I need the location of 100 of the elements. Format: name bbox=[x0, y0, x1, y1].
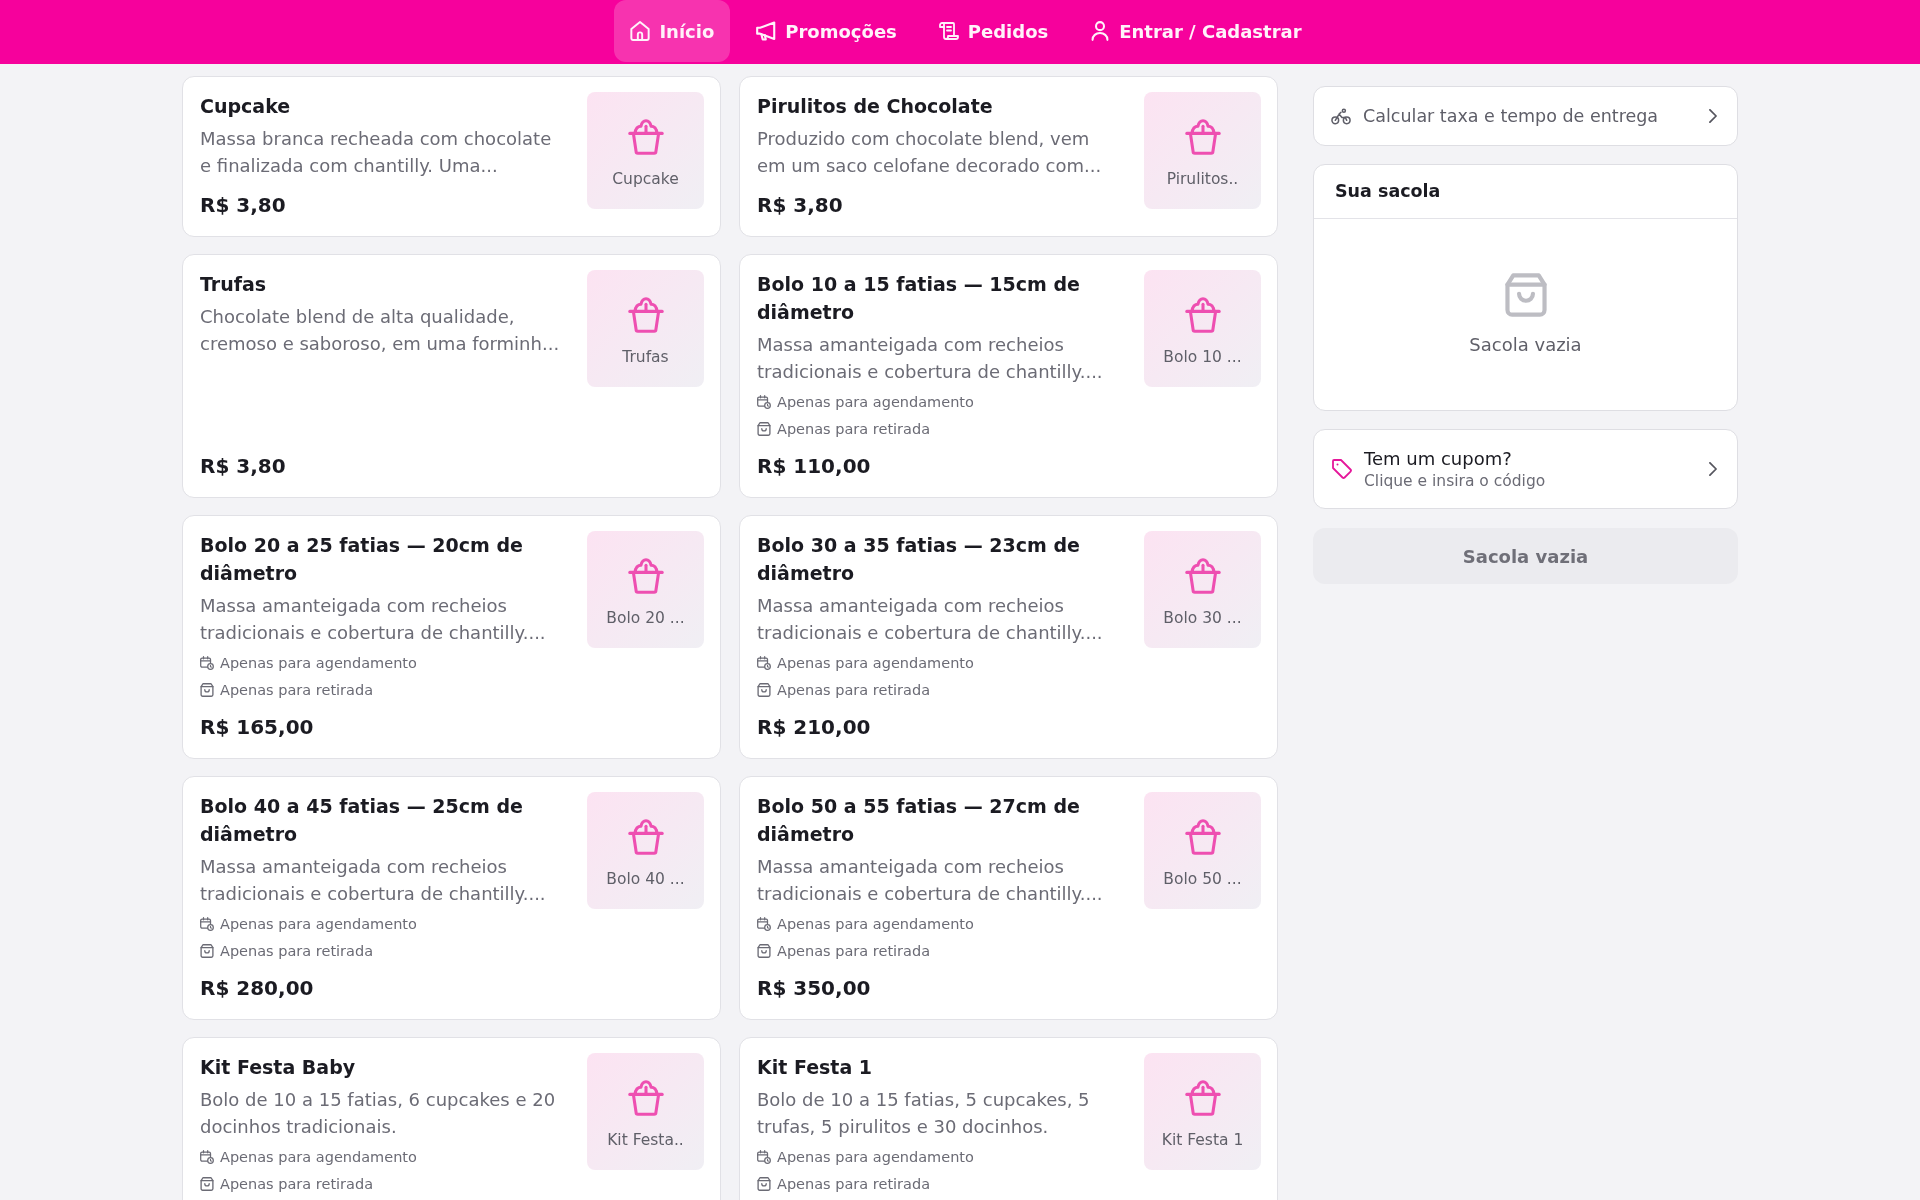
cupcake-icon bbox=[627, 558, 664, 594]
product-price: R$ 110,00 bbox=[757, 453, 872, 480]
thumbnail-label: Kit Festa.. bbox=[607, 1130, 684, 1150]
product-card[interactable]: Bolo 30 a 35 fatias — 23cm de diâmetro Massa amanteigada com recheios tradicionais e cobertura de chantilly.... Apenas para agendamento Apenas para retirada R$ 210,00 Bolo 30 ... bbox=[739, 515, 1278, 759]
product-title: Bolo 30 a 35 fatias — 23cm de diâmetro bbox=[757, 533, 1081, 586]
product-title: Bolo 40 a 45 fatias — 25cm de diâmetro bbox=[200, 794, 524, 847]
product-title: Pirulitos de Chocolate bbox=[757, 94, 994, 119]
cupcake-icon bbox=[1184, 819, 1221, 855]
chevron-right-icon bbox=[1709, 109, 1717, 123]
shopping-bag-icon bbox=[757, 944, 771, 958]
product-price: R$ 3,80 bbox=[200, 453, 287, 480]
product-description: Massa branca recheada com chocolate e finalizada com chantilly. Uma... bbox=[200, 127, 553, 178]
nav-tab[interactable]: Promoções bbox=[740, 0, 913, 62]
home-icon bbox=[630, 21, 651, 41]
product-description: Bolo de 10 a 15 fatias, 6 cupcakes e 20 docinhos tradicionais. bbox=[200, 1088, 557, 1139]
receipt-icon bbox=[938, 21, 959, 41]
product-card[interactable]: Bolo 10 a 15 fatias — 15cm de diâmetro Massa amanteigada com recheios tradicionais e cobertura de chantilly.... Apenas para agendamento Apenas para retirada R$ 110,00 Bolo 10 ... bbox=[739, 254, 1278, 498]
product-tag: Apenas para agendamento bbox=[777, 1146, 974, 1168]
calendar-clock-icon bbox=[200, 917, 214, 931]
product-price: R$ 280,00 bbox=[200, 975, 315, 1002]
product-card[interactable]: Kit Festa 1 Bolo de 10 a 15 fatias, 5 cupcakes, 5 trufas, 5 pirulitos e 30 docinhos. Apenas para agendamento Apenas para retirada Kit Festa 1 bbox=[739, 1037, 1278, 1200]
product-price: R$ 350,00 bbox=[757, 975, 872, 1002]
shopping-bag-icon bbox=[200, 1177, 214, 1191]
product-tag: Apenas para retirada bbox=[777, 1173, 931, 1195]
product-card[interactable]: Pirulitos de Chocolate Produzido com chocolate blend, vem em um saco celofane decorado com... R$ 3,80 Pirulitos.. bbox=[739, 76, 1278, 237]
cupcake-icon bbox=[627, 1080, 664, 1116]
product-description: Massa amanteigada com recheios tradicionais e cobertura de chantilly.... bbox=[757, 594, 1104, 645]
product-title: Kit Festa 1 bbox=[757, 1055, 874, 1080]
shopping-bag-icon bbox=[757, 683, 771, 697]
coupon-button[interactable]: Tem um cupom? Clique e insira o código bbox=[1313, 429, 1738, 509]
product-title: Trufas bbox=[200, 272, 268, 297]
product-title: Bolo 20 a 25 fatias — 20cm de diâmetro bbox=[200, 533, 524, 586]
product-title: Kit Festa Baby bbox=[200, 1055, 357, 1080]
product-card[interactable]: Kit Festa Baby Bolo de 10 a 15 fatias, 6 cupcakes e 20 docinhos tradicionais. Apenas para agendamento Apenas para retirada Kit Festa.. bbox=[182, 1037, 721, 1200]
calendar-clock-icon bbox=[757, 656, 771, 670]
calendar-clock-icon bbox=[757, 1150, 771, 1164]
shopping-bag-icon bbox=[757, 1177, 771, 1191]
shopping-bag-icon bbox=[757, 422, 771, 436]
bicycle-icon bbox=[1331, 107, 1351, 125]
calendar-clock-icon bbox=[200, 656, 214, 670]
cupcake-icon bbox=[627, 297, 664, 333]
user-icon bbox=[1090, 21, 1111, 41]
product-title: Cupcake bbox=[200, 94, 292, 119]
thumbnail-label: Bolo 20 ... bbox=[606, 608, 685, 628]
thumbnail-label: Bolo 10 ... bbox=[1163, 347, 1242, 367]
nav-tab[interactable]: Entrar / Cadastrar bbox=[1074, 0, 1318, 62]
product-description: Produzido com chocolate blend, vem em um saco celofane decorado com... bbox=[757, 127, 1103, 178]
thumbnail-label: Kit Festa 1 bbox=[1161, 1130, 1244, 1150]
bag-title: Sua sacola bbox=[1335, 180, 1441, 204]
product-description: Massa amanteigada com recheios tradicionais e cobertura de chantilly.... bbox=[200, 594, 547, 645]
calendar-clock-icon bbox=[757, 395, 771, 409]
cupcake-icon bbox=[1184, 558, 1221, 594]
product-description: Bolo de 10 a 15 fatias, 5 cupcakes, 5 trufas, 5 pirulitos e 30 docinhos. bbox=[757, 1088, 1091, 1139]
product-title: Bolo 50 a 55 fatias — 27cm de diâmetro bbox=[757, 794, 1081, 847]
thumbnail-label: Cupcake bbox=[612, 169, 679, 189]
calendar-clock-icon bbox=[757, 917, 771, 931]
product-tag: Apenas para retirada bbox=[777, 418, 931, 440]
product-price: R$ 210,00 bbox=[757, 714, 872, 741]
product-card[interactable]: Cupcake Massa branca recheada com chocolate e finalizada com chantilly. Uma... R$ 3,80 Cupcake bbox=[182, 76, 721, 237]
chevron-right-icon bbox=[1709, 462, 1717, 476]
shopping-bag-icon bbox=[200, 944, 214, 958]
product-tag: Apenas para agendamento bbox=[777, 652, 974, 674]
cupcake-icon bbox=[1184, 1080, 1221, 1116]
product-price: R$ 3,80 bbox=[757, 192, 844, 219]
cupcake-icon bbox=[1184, 119, 1221, 155]
shopping-bag-icon bbox=[1504, 273, 1547, 317]
shopping-bag-icon bbox=[200, 683, 214, 697]
cupcake-icon bbox=[627, 119, 664, 155]
megaphone-icon bbox=[756, 21, 777, 41]
product-tag: Apenas para retirada bbox=[777, 679, 931, 701]
product-card[interactable]: Bolo 50 a 55 fatias — 27cm de diâmetro Massa amanteigada com recheios tradicionais e cobertura de chantilly.... Apenas para agendamento Apenas para retirada R$ 350,00 Bolo 50 ... bbox=[739, 776, 1278, 1020]
thumbnail-label: Bolo 40 ... bbox=[606, 869, 685, 889]
thumbnail-label: Pirulitos.. bbox=[1166, 169, 1239, 189]
product-tag: Apenas para agendamento bbox=[777, 391, 974, 413]
thumbnail-label: Trufas bbox=[622, 347, 669, 367]
product-card[interactable]: Bolo 20 a 25 fatias — 20cm de diâmetro Massa amanteigada com recheios tradicionais e cobertura de chantilly.... Apenas para agendamento Apenas para retirada R$ 165,00 Bolo 20 ... bbox=[182, 515, 721, 759]
product-description: Massa amanteigada com recheios tradicionais e cobertura de chantilly.... bbox=[757, 855, 1104, 906]
product-tag: Apenas para agendamento bbox=[220, 1146, 417, 1168]
product-tag: Apenas para retirada bbox=[220, 940, 374, 962]
product-title: Bolo 10 a 15 fatias — 15cm de diâmetro bbox=[757, 272, 1081, 325]
calendar-clock-icon bbox=[200, 1150, 214, 1164]
product-tag: Apenas para agendamento bbox=[777, 913, 974, 935]
product-card[interactable]: Trufas Chocolate blend de alta qualidade, cremoso e saboroso, em uma forminh... R$ 3,80 Trufas bbox=[182, 254, 721, 498]
tag-icon bbox=[1332, 459, 1352, 479]
thumbnail-label: Bolo 30 ... bbox=[1163, 608, 1242, 628]
thumbnail-label: Bolo 50 ... bbox=[1163, 869, 1242, 889]
cupcake-icon bbox=[1184, 297, 1221, 333]
empty-bag-message: Sacola vazia bbox=[1469, 333, 1582, 357]
delivery-button[interactable]: Calcular taxa e tempo de entrega bbox=[1313, 86, 1738, 146]
product-price: R$ 3,80 bbox=[200, 192, 287, 219]
product-tag: Apenas para retirada bbox=[220, 1173, 374, 1195]
product-description: Massa amanteigada com recheios tradicionais e cobertura de chantilly.... bbox=[757, 333, 1104, 384]
product-card[interactable]: Bolo 40 a 45 fatias — 25cm de diâmetro Massa amanteigada com recheios tradicionais e cobertura de chantilly.... Apenas para agendamento Apenas para retirada R$ 280,00 Bolo 40 ... bbox=[182, 776, 721, 1020]
product-tag: Apenas para agendamento bbox=[220, 913, 417, 935]
product-description: Massa amanteigada com recheios tradicionais e cobertura de chantilly.... bbox=[200, 855, 547, 906]
product-tag: Apenas para retirada bbox=[220, 679, 374, 701]
nav-tab[interactable]: Pedidos bbox=[922, 0, 1065, 62]
product-tag: Apenas para retirada bbox=[777, 940, 931, 962]
product-description: Chocolate blend de alta qualidade, cremoso e saboroso, em uma forminh... bbox=[200, 305, 561, 356]
product-tag: Apenas para agendamento bbox=[220, 652, 417, 674]
